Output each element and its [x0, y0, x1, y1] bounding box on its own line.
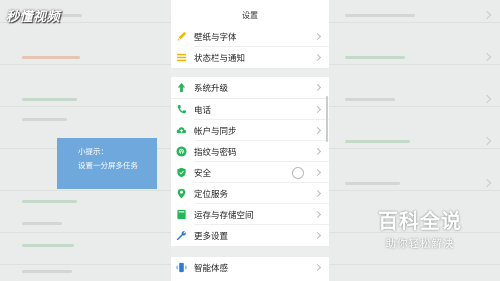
- settings-item-label: 更多设置: [194, 232, 229, 242]
- chevron-right-icon: [313, 168, 322, 177]
- tip-box: 小提示： 设置一分屏多任务: [57, 138, 157, 189]
- chevron-right-icon: [313, 189, 322, 198]
- brush-icon: [176, 31, 187, 42]
- shield-icon: [177, 167, 186, 178]
- settings-item-label: 壁纸与字体: [194, 33, 237, 43]
- settings-item-label: 指纹与密码: [194, 148, 237, 158]
- chevron-right-icon: [313, 210, 322, 219]
- security-toggle[interactable]: [292, 167, 304, 179]
- chevron-right-icon: [313, 231, 322, 240]
- settings-item-more-settings[interactable]: 更多设置: [171, 225, 329, 246]
- fingerprint-icon: [176, 146, 187, 157]
- settings-item-phone[interactable]: 电话: [171, 99, 329, 120]
- settings-item-label: 帐户与同步: [194, 127, 237, 137]
- video-logo: 秒懂视频: [6, 10, 61, 25]
- watermark-subtitle: 助你轻松解决: [385, 238, 455, 250]
- section-divider: [171, 246, 329, 257]
- watermark: 百科全说 助你轻松解决: [340, 205, 500, 251]
- chevron-right-icon: [313, 53, 322, 62]
- chevron-right-icon: [313, 147, 322, 156]
- settings-item-smart-motion[interactable]: 智能体感: [171, 257, 329, 278]
- settings-item-fingerprint-password[interactable]: 指纹与密码: [171, 141, 329, 162]
- settings-item-label: 系统升级: [194, 84, 229, 94]
- wrench-icon: [176, 231, 186, 241]
- chevron-right-icon: [313, 32, 322, 41]
- cloud-sync-icon: [176, 127, 187, 134]
- settings-item-wallpaper-font[interactable]: 壁纸与字体: [171, 26, 329, 47]
- storage-icon: [177, 209, 186, 220]
- settings-item-label: 智能体感: [194, 264, 229, 274]
- settings-item-location[interactable]: 定位服务: [171, 183, 329, 204]
- chevron-right-icon: [313, 83, 322, 92]
- settings-screen: 设置 壁纸与字体 状态栏与通知 系统升级 电话 帐户与同步 指纹与密码 安全 定…: [171, 0, 329, 281]
- settings-item-system-upgrade[interactable]: 系统升级: [171, 77, 329, 98]
- settings-item-label: 安全: [194, 169, 212, 179]
- settings-item-label: 运存与存储空间: [194, 211, 254, 221]
- section-divider: [171, 68, 329, 77]
- motion-sense-icon: [176, 262, 187, 273]
- tip-text: 设置一分屏多任务: [78, 161, 138, 170]
- settings-item-statusbar-notification[interactable]: 状态栏与通知: [171, 47, 329, 68]
- menu-lines-icon: [176, 53, 187, 62]
- settings-item-label: 状态栏与通知: [194, 54, 246, 64]
- settings-item-ram-storage[interactable]: 运存与存储空间: [171, 204, 329, 225]
- chevron-right-icon: [313, 263, 322, 272]
- watermark-title: 百科全说: [378, 209, 462, 233]
- settings-item-security[interactable]: 安全: [171, 162, 329, 183]
- page-title: 设置: [242, 11, 258, 20]
- settings-item-account-sync[interactable]: 帐户与同步: [171, 120, 329, 141]
- phone-icon: [177, 104, 187, 114]
- chevron-right-icon: [313, 105, 322, 114]
- tip-title: 小提示：: [78, 147, 108, 156]
- chevron-right-icon: [313, 126, 322, 135]
- settings-item-label: 电话: [194, 106, 212, 116]
- settings-item-label: 定位服务: [194, 190, 229, 200]
- upgrade-arrow-icon: [177, 82, 186, 93]
- location-pin-icon: [177, 188, 186, 199]
- scrollbar[interactable]: [326, 96, 328, 142]
